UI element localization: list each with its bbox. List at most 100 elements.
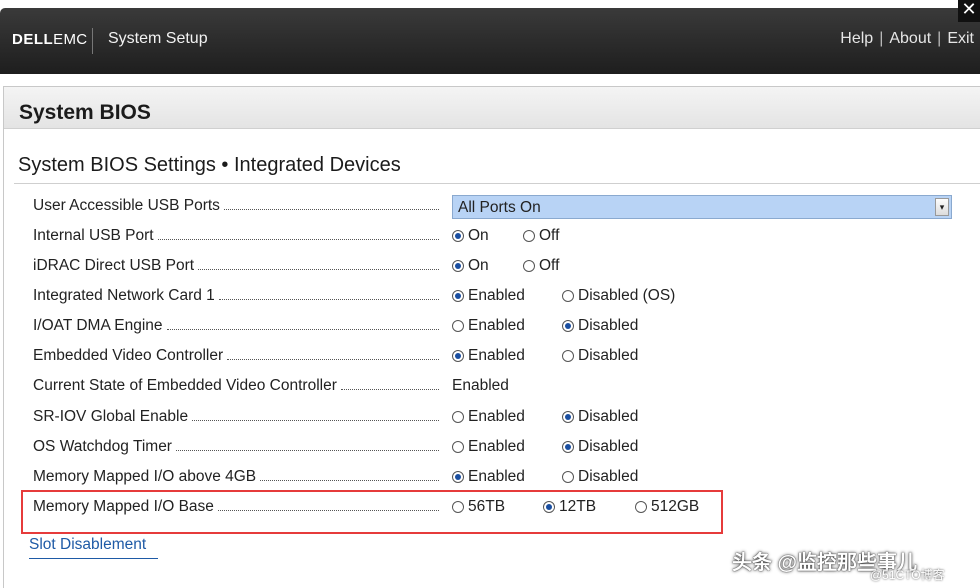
radio-option-label: Disabled xyxy=(578,317,639,334)
radio-option[interactable]: Disabled xyxy=(562,347,638,365)
radio-option[interactable]: On xyxy=(452,257,489,275)
setting-label: SR-IOV Global Enable xyxy=(33,408,443,428)
section-divider xyxy=(14,183,980,184)
radio-option[interactable]: Enabled xyxy=(452,287,525,305)
radio-unselected-icon[interactable] xyxy=(523,230,535,242)
dot-leader xyxy=(198,258,439,270)
setting-label-text: SR-IOV Global Enable xyxy=(33,408,189,425)
setting-row: Embedded Video Controller Enabled Disabled xyxy=(33,342,963,370)
dot-leader xyxy=(260,469,439,481)
radio-option[interactable]: Enabled xyxy=(452,468,525,486)
setting-label-text: I/OAT DMA Engine xyxy=(33,317,163,334)
radio-option[interactable]: Disabled xyxy=(562,468,638,486)
setting-label-text: Embedded Video Controller xyxy=(33,347,224,364)
radio-option-label: Enabled xyxy=(468,347,525,364)
radio-selected-icon[interactable] xyxy=(452,230,464,242)
setting-label-text: iDRAC Direct USB Port xyxy=(33,257,195,274)
radio-unselected-icon[interactable] xyxy=(562,290,574,302)
radio-option[interactable]: Disabled xyxy=(562,317,638,335)
header-bar: DELLEMC System Setup Help | About | Exit xyxy=(0,8,980,74)
radio-selected-icon[interactable] xyxy=(562,441,574,453)
radio-unselected-icon[interactable] xyxy=(523,260,535,272)
dot-leader xyxy=(166,318,439,330)
setting-row: SR-IOV Global Enable Enabled Disabled xyxy=(33,403,963,431)
setting-label: I/OAT DMA Engine xyxy=(33,317,443,337)
dot-leader xyxy=(157,228,439,240)
radio-selected-icon[interactable] xyxy=(562,320,574,332)
section-title: System BIOS Settings • Integrated Device… xyxy=(18,154,401,176)
radio-unselected-icon[interactable] xyxy=(562,471,574,483)
radio-option-label: Disabled xyxy=(578,408,639,425)
radio-selected-icon[interactable] xyxy=(452,260,464,272)
header-links: Help | About | Exit xyxy=(840,30,974,47)
radio-option-label: Disabled xyxy=(578,468,639,485)
usb-ports-dropdown[interactable]: All Ports On ▾ xyxy=(452,195,952,219)
radio-option[interactable]: Enabled xyxy=(452,408,525,426)
radio-unselected-icon[interactable] xyxy=(452,411,464,423)
dot-leader xyxy=(218,288,439,300)
close-icon[interactable]: ✕ xyxy=(958,0,980,22)
dropdown-value: All Ports On xyxy=(458,199,541,216)
radio-option[interactable]: On xyxy=(452,227,489,245)
radio-option-label: Disabled (OS) xyxy=(578,287,676,304)
radio-option-label: Enabled xyxy=(468,408,525,425)
radio-option-label: Enabled xyxy=(468,287,525,304)
radio-option[interactable]: Disabled (OS) xyxy=(562,287,675,305)
radio-option[interactable]: Enabled xyxy=(452,317,525,335)
radio-selected-icon[interactable] xyxy=(562,411,574,423)
setting-row: Current State of Embedded Video Controll… xyxy=(33,372,963,400)
dell-emc-logo: DELLEMC xyxy=(12,31,88,48)
setting-label: Internal USB Port xyxy=(33,227,443,247)
setting-label: Memory Mapped I/O above 4GB xyxy=(33,468,443,488)
dot-leader xyxy=(340,378,439,390)
setting-label: Embedded Video Controller xyxy=(33,347,443,367)
radio-option[interactable]: Disabled xyxy=(562,438,638,456)
radio-option[interactable]: Off xyxy=(523,257,559,275)
radio-option[interactable]: Off xyxy=(523,227,559,245)
chevron-down-icon[interactable]: ▾ xyxy=(935,198,949,216)
setting-label-text: Current State of Embedded Video Controll… xyxy=(33,377,337,394)
radio-option-label: Enabled xyxy=(468,468,525,485)
radio-option[interactable]: Enabled xyxy=(452,438,525,456)
dot-leader xyxy=(192,409,439,421)
radio-option-label: On xyxy=(468,227,489,244)
setting-row: Memory Mapped I/O above 4GB Enabled Disabl… xyxy=(33,463,963,491)
radio-option-label: Off xyxy=(539,227,560,244)
app-title: System Setup xyxy=(108,30,208,47)
radio-option[interactable]: Disabled xyxy=(562,408,638,426)
setting-label-text: Internal USB Port xyxy=(33,227,154,244)
exit-link[interactable]: Exit xyxy=(947,30,974,47)
setting-label-text: User Accessible USB Ports xyxy=(33,197,220,214)
radio-option-label: Enabled xyxy=(468,438,525,455)
radio-option[interactable]: Enabled xyxy=(452,347,525,365)
static-value: Enabled xyxy=(452,377,509,394)
radio-selected-icon[interactable] xyxy=(452,471,464,483)
setting-label: OS Watchdog Timer xyxy=(33,438,443,458)
radio-unselected-icon[interactable] xyxy=(452,441,464,453)
page-title-bar: System BIOS xyxy=(4,87,980,129)
setting-label: Current State of Embedded Video Controll… xyxy=(33,377,443,397)
about-link[interactable]: About xyxy=(889,30,931,47)
setting-row: I/OAT DMA Engine Enabled Disabled xyxy=(33,312,963,340)
setting-label: iDRAC Direct USB Port xyxy=(33,257,443,277)
setting-label-text: Memory Mapped I/O above 4GB xyxy=(33,468,257,485)
header-divider xyxy=(92,28,93,54)
radio-selected-icon[interactable] xyxy=(452,350,464,362)
radio-option-label: On xyxy=(468,257,489,274)
setting-row: User Accessible USB Ports All Ports On ▾ xyxy=(33,192,963,220)
annotation-highlight-box xyxy=(21,490,723,534)
dot-leader xyxy=(223,198,439,210)
setting-label: Integrated Network Card 1 xyxy=(33,287,443,307)
radio-unselected-icon[interactable] xyxy=(562,350,574,362)
slot-disablement-link[interactable]: Slot Disablement xyxy=(29,536,158,559)
setting-row: Integrated Network Card 1 Enabled Disabled… xyxy=(33,282,963,310)
help-link[interactable]: Help xyxy=(840,30,873,47)
setting-label-text: Integrated Network Card 1 xyxy=(33,287,215,304)
radio-unselected-icon[interactable] xyxy=(452,320,464,332)
setting-row: Internal USB Port On Off xyxy=(33,222,963,250)
radio-option-label: Off xyxy=(539,257,560,274)
dot-leader xyxy=(175,439,439,451)
dot-leader xyxy=(227,348,439,360)
radio-selected-icon[interactable] xyxy=(452,290,464,302)
radio-option-label: Disabled xyxy=(578,347,639,364)
